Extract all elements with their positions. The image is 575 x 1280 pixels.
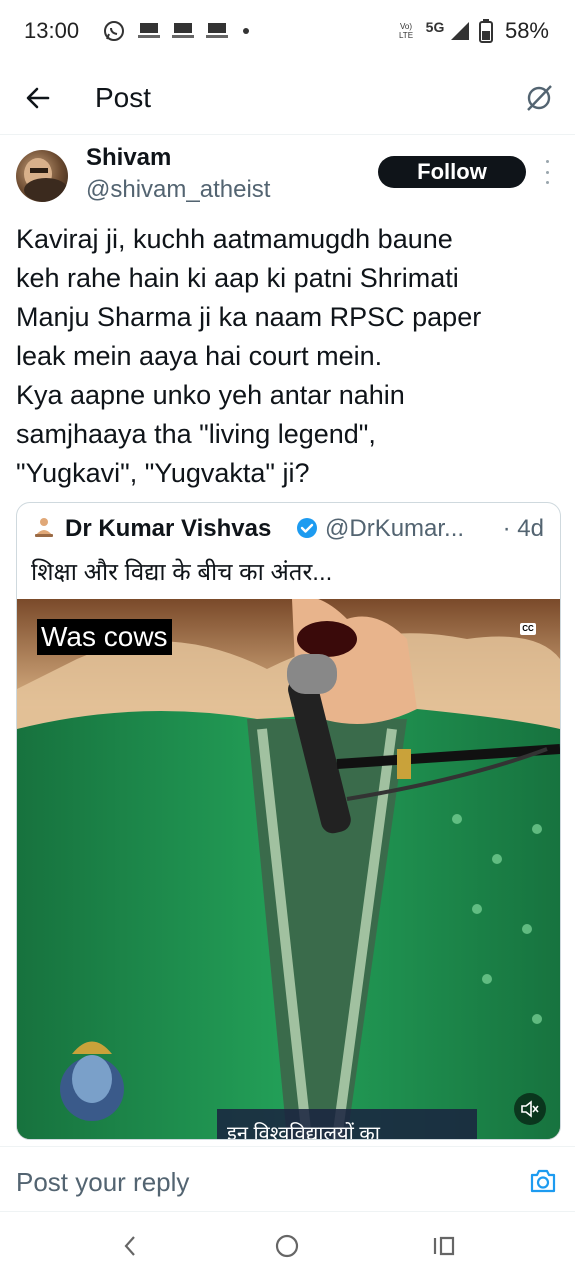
post-text-line: "Yugkavi", "Yugvakta" ji?: [16, 458, 310, 488]
nav-back-icon: [124, 1236, 135, 1256]
quoted-author-handle: @DrKumar...: [325, 515, 465, 542]
volte-icon: Vo) LTE: [398, 22, 414, 40]
status-time: 13:00: [24, 18, 80, 43]
back-button[interactable]: [20, 80, 56, 116]
mute-icon: [521, 1100, 539, 1118]
more-icon[interactable]: [540, 160, 554, 184]
nav-recents-icon: [433, 1236, 455, 1256]
nav-recents-button[interactable]: [428, 1230, 460, 1262]
post-text-line: Manju Sharma ji ka naam RPSC paper: [16, 302, 482, 332]
post-text-line: Kaviraj ji, kuchh aatmamugdh baune: [16, 224, 453, 254]
post-text-line: leak mein aaya hai court mein.: [16, 341, 383, 371]
nav-home-button[interactable]: [271, 1230, 303, 1262]
author-handle[interactable]: @shivam_atheist: [86, 176, 270, 204]
post-text: Kaviraj ji, kuchh aatmamugdh baune keh r…: [16, 220, 561, 493]
quoted-timestamp: · 4d: [502, 515, 544, 542]
cc-icon[interactable]: CC: [520, 623, 536, 635]
whatsapp-icon: [102, 20, 126, 42]
quoted-text: शिक्षा और विद्या के बीच का अंतर...: [31, 559, 333, 586]
avatar[interactable]: [16, 150, 68, 202]
video-frame: [17, 599, 560, 1139]
mute-button[interactable]: [514, 1093, 546, 1125]
grok-button[interactable]: [521, 80, 557, 116]
back-arrow-icon: [26, 87, 50, 109]
news-app-icon: [170, 20, 196, 42]
page-title: Post: [95, 82, 152, 113]
network-label: 5G: [425, 19, 445, 35]
video-subtitle: इन विश्वविद्यालयों का: [227, 1123, 380, 1139]
video-caption: Was cows: [37, 619, 172, 655]
post-text-line: Kya aapne unko yeh antar nahin: [16, 380, 405, 410]
reply-input[interactable]: Post your reply: [16, 1167, 189, 1198]
verified-icon: [296, 517, 318, 539]
author-name[interactable]: Shivam: [86, 144, 171, 172]
system-nav-bar: [0, 1212, 575, 1280]
video-player[interactable]: Was cows CC इन विश्वविद्यालयों का: [17, 599, 560, 1139]
meditation-emoji-icon: [33, 517, 55, 539]
post-text-line: samjhaaya tha "living legend",: [16, 419, 376, 449]
grok-icon: [527, 85, 552, 111]
reply-bar: Post your reply: [0, 1146, 575, 1212]
post-text-line: keh rahe hain ki aap ki patni Shrimati: [16, 263, 459, 293]
signal-icon: [448, 20, 472, 42]
top-app-bar: Post: [0, 64, 575, 135]
camera-icon: [530, 1169, 556, 1193]
news-app-icon: [204, 20, 230, 42]
notification-dot-icon: [240, 20, 252, 42]
status-bar: 13:00 Vo) LTE 5G 58%: [0, 0, 575, 64]
nav-back-button[interactable]: [114, 1230, 146, 1262]
camera-button[interactable]: [529, 1167, 557, 1195]
quoted-post[interactable]: Dr Kumar Vishvas @DrKumar... · 4d शिक्षा…: [16, 502, 561, 1140]
follow-button[interactable]: Follow: [378, 156, 526, 188]
battery-percent: 58%: [504, 18, 549, 43]
news-app-icon: [136, 20, 162, 42]
battery-icon: [478, 19, 494, 43]
nav-home-icon: [275, 1234, 299, 1258]
quoted-author-name: Dr Kumar Vishvas: [65, 515, 272, 542]
